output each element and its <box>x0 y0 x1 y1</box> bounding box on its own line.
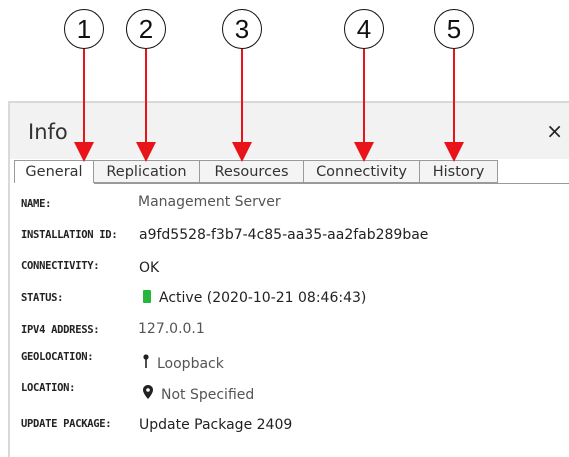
tab-connectivity[interactable]: Connectivity <box>304 160 420 183</box>
installation-id-label: INSTALLATION ID: <box>21 229 118 241</box>
geolocation-value: Loopback <box>157 356 224 372</box>
name-label: NAME: <box>21 198 52 210</box>
pin-icon <box>143 354 149 372</box>
location-value: Not Specified <box>161 387 255 403</box>
panel-title: Info <box>28 120 68 144</box>
update-package-value: Update Package 2409 <box>139 417 293 433</box>
geolocation-label: GEOLOCATION: <box>21 351 94 363</box>
tab-underline <box>94 183 569 184</box>
connectivity-label: CONNECTIVITY: <box>21 260 100 272</box>
callout-2: 2 <box>126 9 166 49</box>
location-value-container: Not Specified <box>143 385 254 403</box>
callout-3: 3 <box>222 9 262 49</box>
info-panel: Info × General Replication Resources Con… <box>8 101 569 457</box>
panel-header: Info × <box>10 103 569 159</box>
tab-history[interactable]: History <box>420 160 498 183</box>
name-value: Management Server <box>138 194 281 210</box>
callout-5: 5 <box>434 9 474 49</box>
connectivity-value: OK <box>139 260 160 276</box>
update-package-label: UPDATE PACKAGE: <box>21 418 112 430</box>
tab-replication[interactable]: Replication <box>94 160 200 183</box>
geolocation-value-container: Loopback <box>143 354 224 372</box>
status-label: STATUS: <box>21 292 64 304</box>
tab-bar: General Replication Resources Connectivi… <box>14 160 502 183</box>
status-value-container: Active (2020-10-21 08:46:43) <box>143 290 366 306</box>
installation-id-value: a9fd5528-f3b7-4c85-aa35-aa2fab289bae <box>139 227 429 243</box>
status-active-icon <box>143 290 151 303</box>
callout-1: 1 <box>64 9 104 49</box>
location-label: LOCATION: <box>21 382 76 394</box>
tab-resources[interactable]: Resources <box>200 160 304 183</box>
callout-4: 4 <box>344 9 384 49</box>
ipv4-address-value: 127.0.0.1 <box>138 321 205 337</box>
tab-general[interactable]: General <box>14 160 94 183</box>
status-value: Active (2020-10-21 08:46:43) <box>159 290 367 306</box>
close-icon[interactable]: × <box>546 121 563 141</box>
map-marker-icon <box>143 385 153 403</box>
ipv4-address-label: IPV4 ADDRESS: <box>21 324 100 336</box>
